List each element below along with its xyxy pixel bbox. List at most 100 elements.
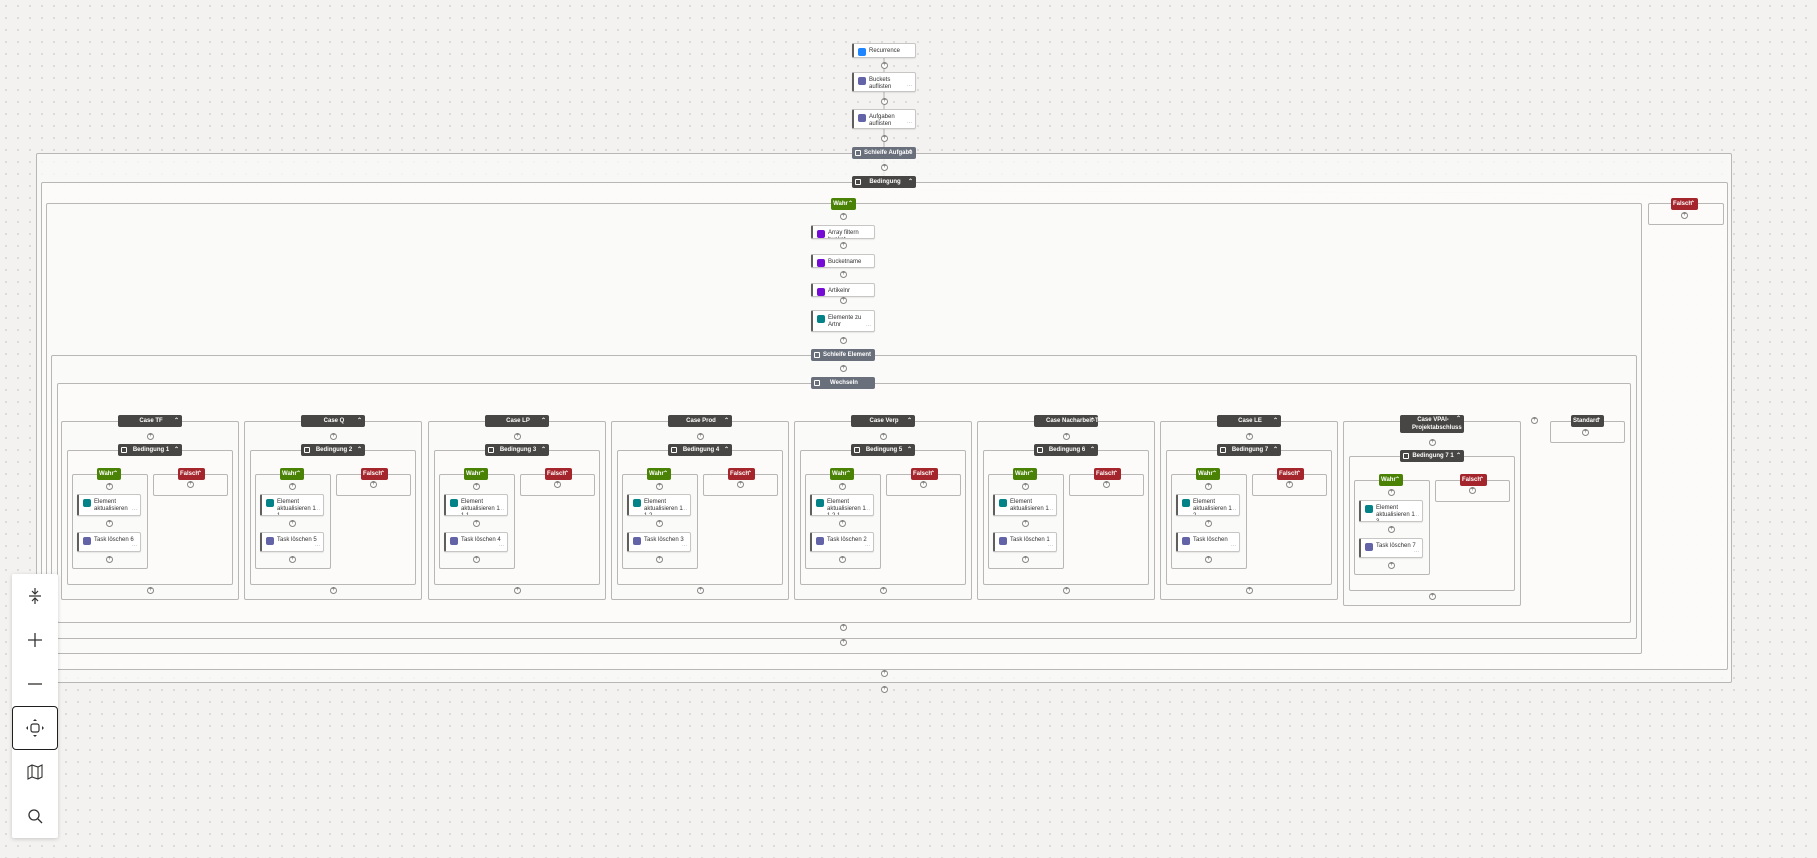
more-options-icon[interactable]: ···: [132, 543, 137, 550]
collapse-chevron-icon[interactable]: ⌃: [1456, 450, 1461, 462]
case-condition-header[interactable]: Bedingung 2 ⌃: [301, 444, 365, 456]
aufgaben-auflisten-card[interactable]: Aufgaben auflisten ···: [852, 109, 916, 129]
array-filtern-bucket-card[interactable]: Array filtern bucket: [811, 225, 875, 239]
fit-view-button[interactable]: [12, 706, 58, 750]
collapse-chevron-icon[interactable]: ⌃: [1296, 468, 1301, 480]
recurrence-trigger-card[interactable]: Recurrence: [852, 43, 916, 58]
add-step-button[interactable]: +: [656, 520, 663, 527]
add-step-button[interactable]: +: [840, 624, 847, 631]
add-step-button[interactable]: +: [1022, 520, 1029, 527]
task-loeschen-card[interactable]: Task löschen 6 ···: [77, 532, 141, 552]
collapse-chevron-icon[interactable]: ⌃: [663, 468, 668, 480]
more-options-icon[interactable]: ···: [1231, 543, 1236, 550]
case-condition-header[interactable]: Bedingung 5 ⌃: [851, 444, 915, 456]
collapse-chevron-icon[interactable]: ⌃: [1029, 468, 1034, 480]
element-aktualisieren-card[interactable]: Element aktualisieren 1 ···: [993, 494, 1057, 516]
add-step-button[interactable]: +: [1429, 593, 1436, 600]
case-condition-header[interactable]: Bedingung 7 1 ⌃: [1400, 450, 1464, 462]
task-loeschen-card[interactable]: Task löschen 4 ···: [444, 532, 508, 552]
collapse-chevron-icon[interactable]: ⌃: [1113, 468, 1118, 480]
add-step-button[interactable]: +: [881, 135, 888, 142]
add-step-button[interactable]: +: [840, 213, 847, 220]
add-step-button[interactable]: +: [1022, 483, 1029, 490]
add-step-button[interactable]: +: [656, 556, 663, 563]
add-step-button[interactable]: +: [1246, 587, 1253, 594]
add-step-button[interactable]: +: [840, 639, 847, 646]
case-falsch-header[interactable]: Falsch ⌃: [1460, 474, 1487, 486]
collapse-chevron-icon[interactable]: ⌃: [1090, 444, 1095, 456]
add-step-button[interactable]: +: [1022, 556, 1029, 563]
collapse-chevron-icon[interactable]: ⌃: [1690, 198, 1695, 210]
case-condition-header[interactable]: Bedingung 4 ⌃: [668, 444, 732, 456]
more-options-icon[interactable]: ···: [907, 83, 912, 90]
collapse-chevron-icon[interactable]: ⌃: [1395, 474, 1400, 486]
more-options-icon[interactable]: ···: [1414, 549, 1419, 556]
add-step-button[interactable]: +: [289, 556, 296, 563]
add-step-button[interactable]: +: [106, 556, 113, 563]
loop-element-header[interactable]: Schleife Element: [811, 349, 875, 361]
add-step-button[interactable]: +: [289, 483, 296, 490]
element-aktualisieren-card[interactable]: Element aktualisieren 1 1 1 ···: [444, 494, 508, 516]
add-step-button[interactable]: +: [473, 556, 480, 563]
artikelnr-card[interactable]: Artikelnr: [811, 283, 875, 297]
case-condition-header[interactable]: Bedingung 7 ⌃: [1217, 444, 1281, 456]
case-falsch-header[interactable]: Falsch ⌃: [728, 468, 755, 480]
add-step-button[interactable]: +: [840, 365, 847, 372]
collapse-chevron-icon[interactable]: ⌃: [564, 468, 569, 480]
more-options-icon[interactable]: ···: [499, 507, 504, 514]
add-step-button[interactable]: +: [1388, 489, 1395, 496]
bedingung-header[interactable]: Bedingung ⌃: [852, 176, 916, 188]
add-step-button[interactable]: +: [106, 520, 113, 527]
loop-aufgabe-header[interactable]: Schleife Aufgabe ⌃: [852, 147, 916, 159]
add-step-button[interactable]: +: [1063, 433, 1070, 440]
collapse-chevron-icon[interactable]: ⌃: [1212, 468, 1217, 480]
case-wahr-header[interactable]: Wahr ⌃: [97, 468, 121, 480]
add-step-button[interactable]: +: [880, 433, 887, 440]
add-step-button[interactable]: +: [881, 62, 888, 69]
case-falsch-header[interactable]: Falsch ⌃: [545, 468, 572, 480]
element-aktualisieren-card[interactable]: Element aktualisieren 1 1 ···: [260, 494, 324, 516]
element-aktualisieren-card[interactable]: Element aktualisieren 1 2 ···: [1176, 494, 1240, 516]
case-wahr-header[interactable]: Wahr ⌃: [280, 468, 304, 480]
case-header[interactable]: Case Verp ⌃: [851, 415, 915, 427]
collapse-chevron-icon[interactable]: ⌃: [357, 444, 362, 456]
collapse-chevron-icon[interactable]: ⌃: [907, 444, 912, 456]
bucketname-card[interactable]: Bucketname: [811, 254, 875, 268]
task-loeschen-card[interactable]: Task löschen ···: [1176, 532, 1240, 552]
more-options-icon[interactable]: ···: [1048, 543, 1053, 550]
collapse-chevron-icon[interactable]: ⌃: [908, 147, 913, 159]
add-step-button[interactable]: +: [737, 481, 744, 488]
add-step-button[interactable]: +: [106, 483, 113, 490]
element-aktualisieren-card[interactable]: Element aktualisieren 1 3 ···: [1359, 500, 1423, 522]
add-step-button[interactable]: +: [839, 483, 846, 490]
add-step-button[interactable]: +: [473, 520, 480, 527]
add-step-button[interactable]: +: [881, 686, 888, 693]
case-wahr-header[interactable]: Wahr ⌃: [1196, 468, 1220, 480]
add-step-button[interactable]: +: [1205, 556, 1212, 563]
add-step-button[interactable]: +: [187, 481, 194, 488]
add-step-button[interactable]: +: [881, 164, 888, 171]
add-step-button[interactable]: +: [1531, 417, 1538, 424]
add-step-button[interactable]: +: [147, 587, 154, 594]
case-wahr-header[interactable]: Wahr ⌃: [464, 468, 488, 480]
add-step-button[interactable]: +: [840, 337, 847, 344]
task-loeschen-card[interactable]: Task löschen 2 ···: [810, 532, 874, 552]
element-aktualisieren-card[interactable]: Element aktualisieren 1 1 2 1 ···: [810, 494, 874, 516]
case-condition-header[interactable]: Bedingung 6 ⌃: [1034, 444, 1098, 456]
element-aktualisieren-card[interactable]: Element aktualisieren 1 1 2 ···: [627, 494, 691, 516]
collapse-chevron-icon[interactable]: ⌃: [380, 468, 385, 480]
more-options-icon[interactable]: ···: [865, 543, 870, 550]
case-header[interactable]: Case VPAI-Projektabschluss ⌃: [1400, 415, 1464, 433]
more-options-icon[interactable]: ···: [1231, 507, 1236, 514]
element-aktualisieren-card[interactable]: Element aktualisieren ···: [77, 494, 141, 516]
add-step-button[interactable]: +: [840, 271, 847, 278]
task-loeschen-card[interactable]: Task löschen 7 ···: [1359, 538, 1423, 558]
add-step-button[interactable]: +: [920, 481, 927, 488]
fit-height-button[interactable]: [12, 574, 58, 618]
add-step-button[interactable]: +: [1103, 481, 1110, 488]
more-options-icon[interactable]: ···: [865, 507, 870, 514]
collapse-chevron-icon[interactable]: ⌃: [1479, 474, 1484, 486]
task-loeschen-card[interactable]: Task löschen 1 ···: [993, 532, 1057, 552]
elemente-zu-artnr-card[interactable]: Elemente zu Artnr ···: [811, 310, 875, 332]
case-falsch-header[interactable]: Falsch ⌃: [1277, 468, 1304, 480]
